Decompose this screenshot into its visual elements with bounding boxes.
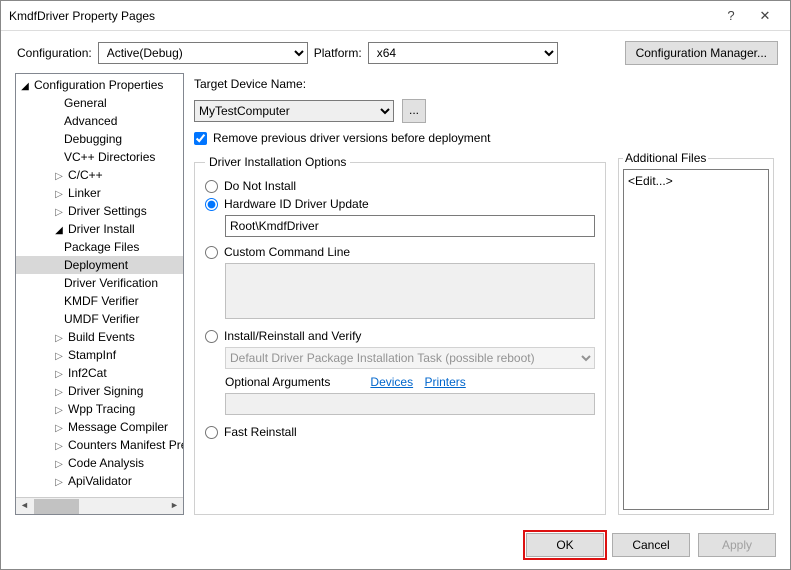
install-options-group: Driver Installation Options Do Not Insta…	[194, 155, 606, 515]
title-bar: KmdfDriver Property Pages ? ✕	[1, 1, 790, 31]
tree-item[interactable]: ▷Build Events	[16, 328, 183, 346]
dialog-footer: OK Cancel Apply	[1, 525, 790, 569]
remove-previous-label: Remove previous driver versions before d…	[213, 131, 490, 145]
tree-item[interactable]: General	[16, 94, 183, 112]
configuration-manager-button[interactable]: Configuration Manager...	[625, 41, 778, 65]
additional-files-legend: Additional Files	[623, 151, 708, 165]
apply-button[interactable]: Apply	[698, 533, 776, 557]
hardware-id-label: Hardware ID Driver Update	[224, 197, 369, 211]
install-verify-radio[interactable]	[205, 330, 218, 343]
fast-reinstall-radio[interactable]	[205, 426, 218, 439]
tree-item[interactable]: Advanced	[16, 112, 183, 130]
fast-reinstall-label: Fast Reinstall	[224, 425, 297, 439]
property-tree[interactable]: ◢Configuration PropertiesGeneralAdvanced…	[16, 74, 183, 497]
scroll-left-icon[interactable]: ◄	[16, 498, 33, 515]
tree-item[interactable]: UMDF Verifier	[16, 310, 183, 328]
tree-root[interactable]: ◢Configuration Properties	[16, 76, 183, 94]
tree-pane: ◢Configuration PropertiesGeneralAdvanced…	[15, 73, 184, 515]
remove-previous-checkbox[interactable]	[194, 132, 207, 145]
tree-item[interactable]: ◢Driver Install	[16, 220, 183, 238]
tree-item[interactable]: Deployment	[16, 256, 183, 274]
tree-item[interactable]: ▷Wpp Tracing	[16, 400, 183, 418]
additional-files-group: Additional Files <Edit...>	[618, 151, 774, 515]
tree-item[interactable]: ▷ApiValidator	[16, 472, 183, 490]
scroll-right-icon[interactable]: ►	[166, 498, 183, 515]
hardware-id-input[interactable]	[225, 215, 595, 237]
install-task-select: Default Driver Package Installation Task…	[225, 347, 595, 369]
tree-item[interactable]: Package Files	[16, 238, 183, 256]
form-area: Target Device Name: MyTestComputer ... R…	[194, 73, 606, 515]
tree-item[interactable]: VC++ Directories	[16, 148, 183, 166]
do-not-install-radio[interactable]	[205, 180, 218, 193]
scroll-thumb[interactable]	[34, 499, 79, 514]
window-title: KmdfDriver Property Pages	[9, 9, 714, 23]
do-not-install-label: Do Not Install	[224, 179, 296, 193]
additional-files-box[interactable]: <Edit...>	[623, 169, 769, 510]
tree-scrollbar[interactable]: ◄ ►	[16, 497, 183, 514]
configuration-select[interactable]: Active(Debug)	[98, 42, 308, 64]
optional-args-label: Optional Arguments	[225, 375, 330, 389]
tree-item[interactable]: ▷Inf2Cat	[16, 364, 183, 382]
tree-item[interactable]: KMDF Verifier	[16, 292, 183, 310]
custom-cmd-input	[225, 263, 595, 319]
hardware-id-radio[interactable]	[205, 198, 218, 211]
devices-link[interactable]: Devices	[370, 375, 413, 389]
install-verify-label: Install/Reinstall and Verify	[224, 329, 361, 343]
config-bar: Configuration: Active(Debug) Platform: x…	[1, 31, 790, 73]
tree-item[interactable]: ▷Counters Manifest Preprocessor	[16, 436, 183, 454]
cancel-button[interactable]: Cancel	[612, 533, 690, 557]
dialog-window: KmdfDriver Property Pages ? ✕ Configurat…	[0, 0, 791, 570]
dialog-body: ◢Configuration PropertiesGeneralAdvanced…	[1, 73, 790, 525]
side-panel: Additional Files <Edit...>	[616, 73, 776, 515]
tree-item[interactable]: Debugging	[16, 130, 183, 148]
close-icon[interactable]: ✕	[748, 8, 782, 24]
tree-item[interactable]: Driver Verification	[16, 274, 183, 292]
ok-button[interactable]: OK	[526, 533, 604, 557]
tree-item[interactable]: ▷Code Analysis	[16, 454, 183, 472]
main-panel: Target Device Name: MyTestComputer ... R…	[194, 73, 776, 515]
configuration-label: Configuration:	[17, 46, 92, 60]
tree-item[interactable]: ▷Driver Settings	[16, 202, 183, 220]
tree-item[interactable]: ▷Driver Signing	[16, 382, 183, 400]
help-icon[interactable]: ?	[714, 8, 748, 23]
browse-device-button[interactable]: ...	[402, 99, 426, 123]
tree-item[interactable]: ▷Message Compiler	[16, 418, 183, 436]
target-device-label: Target Device Name:	[194, 77, 306, 91]
platform-select[interactable]: x64	[368, 42, 558, 64]
custom-cmd-radio[interactable]	[205, 246, 218, 259]
platform-label: Platform:	[314, 46, 362, 60]
install-options-legend: Driver Installation Options	[205, 155, 350, 169]
tree-item[interactable]: ▷StampInf	[16, 346, 183, 364]
optional-args-input	[225, 393, 595, 415]
tree-item[interactable]: ▷Linker	[16, 184, 183, 202]
tree-item[interactable]: ▷C/C++	[16, 166, 183, 184]
side-spacer	[616, 73, 776, 151]
custom-cmd-label: Custom Command Line	[224, 245, 350, 259]
target-device-select[interactable]: MyTestComputer	[194, 100, 394, 122]
printers-link[interactable]: Printers	[424, 375, 465, 389]
